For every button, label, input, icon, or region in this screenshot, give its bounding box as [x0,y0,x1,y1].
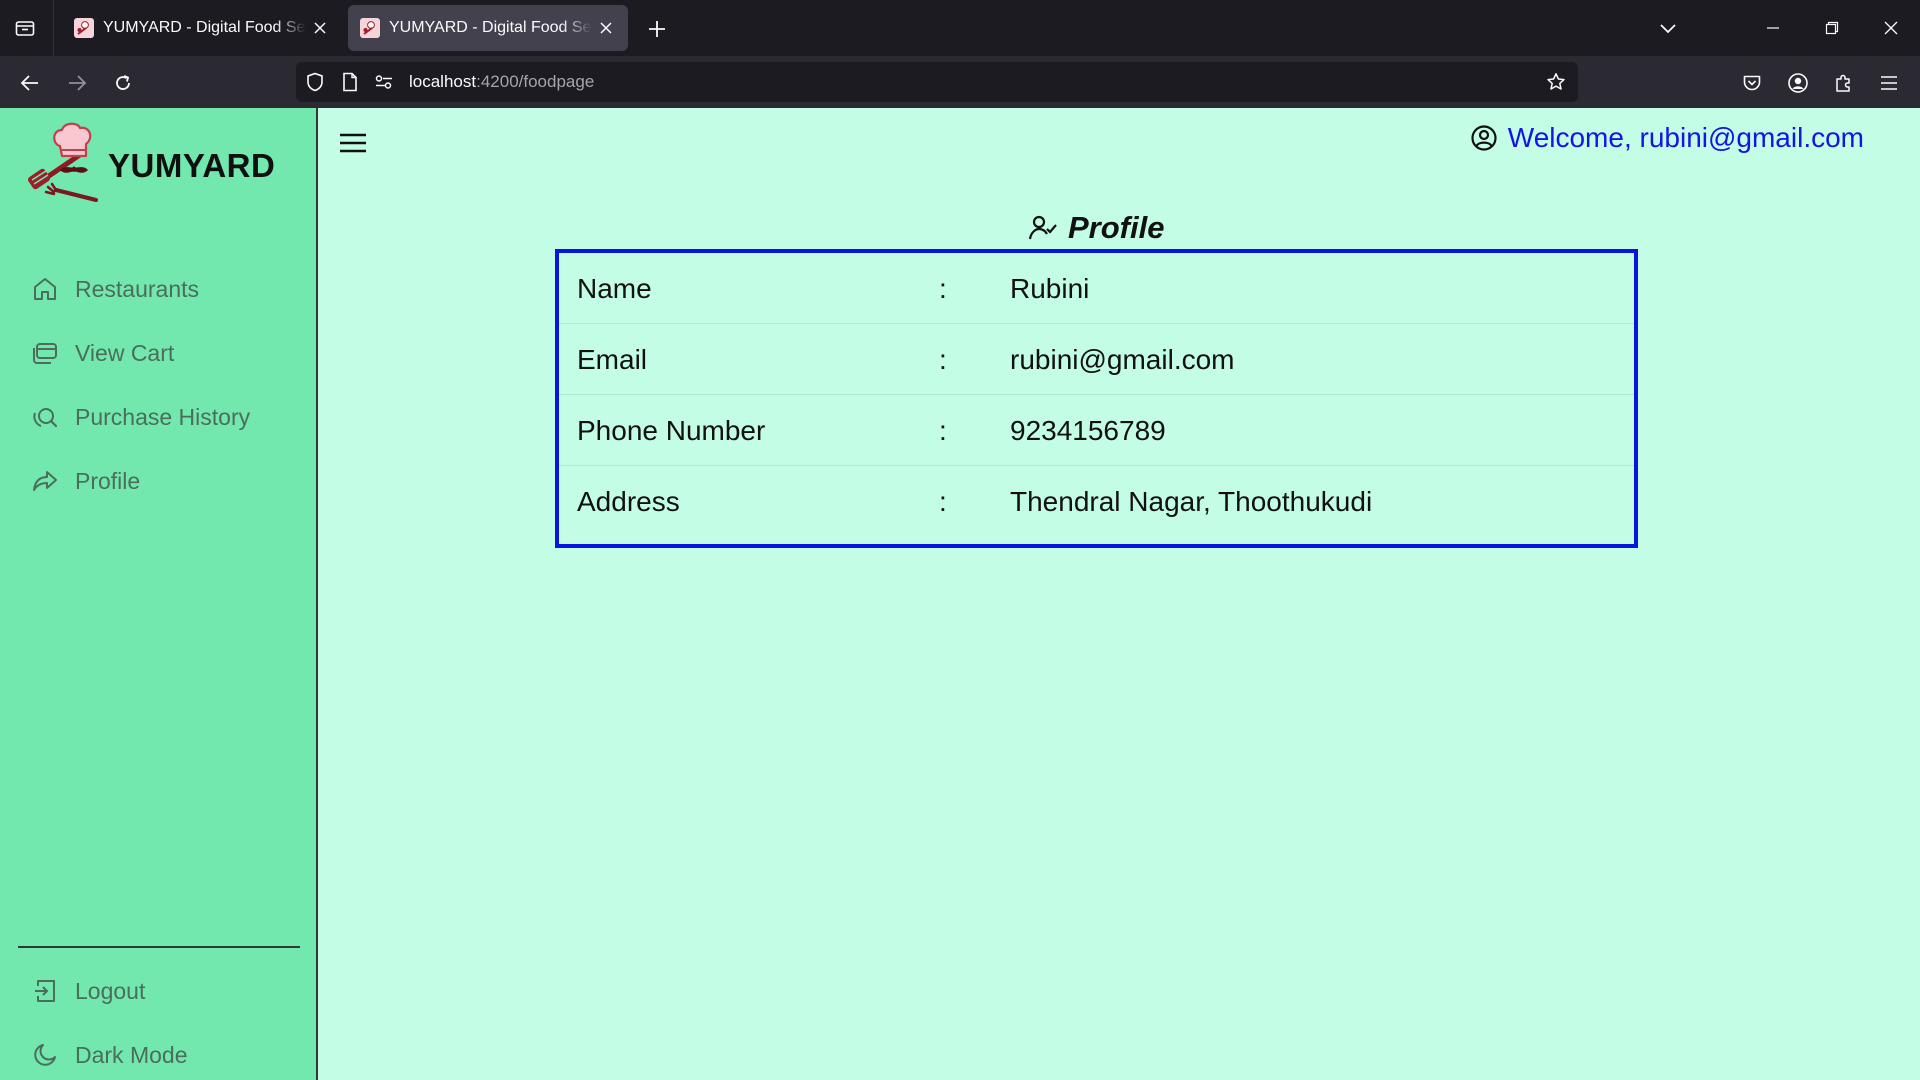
field-value: rubini@gmail.com [1010,344,1235,375]
brand-name: YUMYARD [108,147,276,184]
profile-details-table: Name : Rubini Email : rubini@gmail.com P… [555,249,1638,548]
sidebar-item-view-cart[interactable]: View Cart [30,336,174,370]
url-host: localhost [409,72,477,91]
field-separator: : [939,415,947,446]
cart-icon [30,338,60,368]
sidebar-item-dark-mode[interactable]: Dark Mode [30,1038,187,1072]
restore-window-icon[interactable] [1816,12,1848,44]
field-separator: : [939,486,947,517]
field-value: 9234156789 [1010,415,1166,446]
browser-tab-bar: YUMYARD - Digital Food Service YUMYARD -… [0,0,1920,56]
table-row: Email : rubini@gmail.com [559,324,1634,395]
url-text[interactable]: localhost:4200/foodpage [409,72,594,92]
yumyard-favicon [360,18,380,38]
url-bar[interactable]: localhost:4200/foodpage [296,62,1578,102]
field-value: Thendral Nagar, Thoothukudi [1010,486,1373,517]
web-page: YUMYARD Restaurants View Cart Purchase H… [0,108,1920,1080]
extensions-puzzle-icon[interactable] [1829,68,1859,98]
browser-tab-2-active[interactable]: YUMYARD - Digital Food Service [348,5,628,51]
sidebar-item-profile[interactable]: Profile [30,464,140,498]
reload-icon[interactable] [108,68,138,98]
tab-title: YUMYARD - Digital Food Service [103,19,306,36]
hamburger-menu-icon[interactable] [338,130,368,156]
close-window-icon[interactable] [1875,12,1907,44]
field-separator: : [939,273,947,304]
sidebar-item-restaurants[interactable]: Restaurants [30,272,199,306]
permissions-icon[interactable] [374,72,394,92]
profile-heading: Profile [1028,210,1164,246]
field-label: Email [577,344,648,375]
tab-title: YUMYARD - Digital Food Service [389,19,592,36]
close-tab-icon[interactable] [310,18,330,38]
field-label: Address [577,486,680,517]
browser-nav-bar: localhost:4200/foodpage [0,56,1920,108]
tab-overflow-chevron-icon[interactable] [1652,12,1684,44]
new-tab-plus-icon[interactable] [642,14,672,44]
field-label: Phone Number [577,415,766,446]
pocket-icon[interactable] [1737,68,1767,98]
browser-tab-1[interactable]: YUMYARD - Digital Food Service [62,5,342,51]
tab-separator [53,0,54,56]
app-menu-icon[interactable] [1874,68,1904,98]
sidebar-divider [18,946,300,948]
user-circle-icon [1471,125,1497,151]
sidebar-item-label: Logout [75,977,146,1004]
profile-heading-text: Profile [1068,210,1165,245]
moon-icon [30,1040,60,1070]
sidebar-item-label: Profile [75,467,141,494]
share-arrow-icon [30,466,60,496]
forward-arrow-icon[interactable] [62,68,92,98]
sidebar-item-label: View Cart [75,339,175,366]
sidebar-item-label: Purchase History [75,403,251,430]
close-tab-icon[interactable] [596,18,616,38]
chef-hat-spatula-logo [27,122,98,202]
back-arrow-icon[interactable] [15,68,45,98]
welcome-user[interactable]: Welcome, rubini@gmail.com [1470,122,1864,154]
account-icon[interactable] [1783,68,1813,98]
tracking-shield-icon[interactable] [305,72,325,92]
home-icon [30,274,60,304]
field-label: Name [577,273,652,304]
sidebar-item-label: Restaurants [75,275,200,302]
table-row: Address : Thendral Nagar, Thoothukudi [559,466,1634,537]
sidebar-item-label: Dark Mode [75,1041,188,1068]
logout-icon [30,976,60,1006]
bookmark-star-icon[interactable] [1546,72,1566,92]
table-row: Name : Rubini [559,253,1634,324]
history-search-icon [30,402,60,432]
sidebar-item-purchase-history[interactable]: Purchase History [30,400,250,434]
table-row: Phone Number : 9234156789 [559,395,1634,466]
sidebar-item-logout[interactable]: Logout [30,974,145,1008]
url-path: :4200/foodpage [476,72,595,91]
brand-logo[interactable]: YUMYARD [26,120,275,204]
user-check-icon [1028,215,1057,240]
tab-list-icon[interactable] [10,14,40,42]
sidebar: YUMYARD Restaurants View Cart Purchase H… [0,108,318,1080]
page-info-icon[interactable] [340,72,360,92]
field-value: Rubini [1010,273,1090,304]
welcome-text: Welcome, rubini@gmail.com [1507,122,1864,153]
minimize-window-icon[interactable] [1757,12,1789,44]
yumyard-favicon [74,18,94,38]
field-separator: : [939,344,947,375]
